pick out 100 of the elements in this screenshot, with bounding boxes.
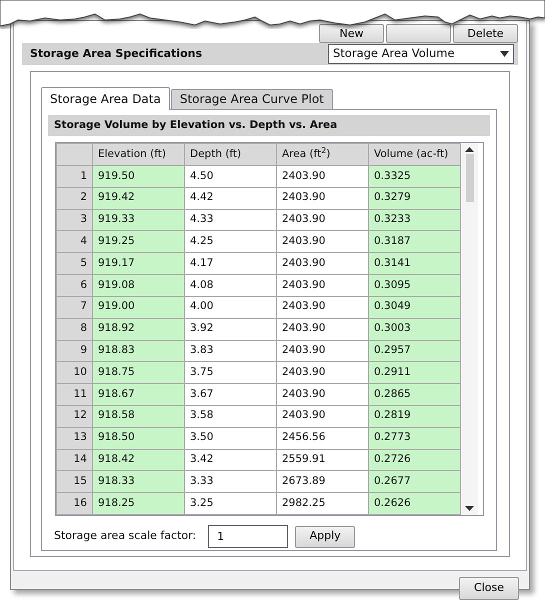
table-cell[interactable]: 0.2626 xyxy=(368,492,460,514)
scroll-thumb[interactable] xyxy=(466,154,474,202)
row-number: 12 xyxy=(56,405,92,428)
table-cell[interactable]: 0.3233 xyxy=(368,209,460,231)
table-cell[interactable]: 4.08 xyxy=(184,274,276,296)
row-number: 10 xyxy=(56,362,92,384)
table-cell[interactable]: 2403.90 xyxy=(276,252,368,275)
row-number: 3 xyxy=(56,209,92,231)
table-cell[interactable]: 0.2773 xyxy=(368,427,460,450)
scale-factor-label: Storage area scale factor: xyxy=(54,528,196,544)
table-cell[interactable]: 4.42 xyxy=(184,187,276,210)
caret-icon xyxy=(500,51,509,57)
row-number: 2 xyxy=(56,187,92,210)
scale-factor-field[interactable]: 1 xyxy=(208,525,288,548)
row-number: 13 xyxy=(56,427,92,450)
table-cell[interactable]: 0.3141 xyxy=(368,252,460,275)
table-cell[interactable]: 0.2865 xyxy=(368,384,460,406)
table-title: Storage Volume by Elevation vs. Depth vs. Area xyxy=(48,115,490,136)
table-cell[interactable]: 0.3095 xyxy=(368,274,460,296)
scroll-up-icon[interactable] xyxy=(465,147,474,152)
table-cell[interactable]: 2673.89 xyxy=(276,470,368,493)
scrollbar[interactable] xyxy=(461,143,478,515)
table-cell[interactable]: 3.58 xyxy=(184,405,276,428)
column-header: Depth (ft) xyxy=(184,144,276,166)
table-cell[interactable]: 0.2819 xyxy=(368,405,460,428)
table-cell[interactable]: 3.75 xyxy=(184,362,276,384)
row-number: 15 xyxy=(56,470,92,493)
toolbar-button[interactable]: Delete xyxy=(453,24,518,43)
table-cell[interactable]: 3.67 xyxy=(184,384,276,406)
table-cell[interactable]: 3.92 xyxy=(184,318,276,340)
table-cell[interactable]: 3.25 xyxy=(184,492,276,514)
table-cell[interactable]: 918.83 xyxy=(92,340,184,362)
row-number: 7 xyxy=(56,296,92,318)
table-cell[interactable]: 4.00 xyxy=(184,296,276,318)
table-cell[interactable]: 918.75 xyxy=(92,362,184,384)
table-cell[interactable]: 0.3325 xyxy=(368,166,460,188)
toolbar-button[interactable]: New xyxy=(319,24,384,43)
row-number: 6 xyxy=(56,274,92,296)
table-cell[interactable]: 919.50 xyxy=(92,166,184,188)
tab[interactable]: Storage Area Data xyxy=(41,87,170,110)
table-cell[interactable]: 2403.90 xyxy=(276,340,368,362)
table-cell[interactable]: 918.92 xyxy=(92,318,184,340)
table-cell[interactable]: 3.83 xyxy=(184,340,276,362)
table-cell[interactable]: 2403.90 xyxy=(276,187,368,210)
table-cell[interactable]: 4.50 xyxy=(184,166,276,188)
table-cell[interactable]: 2559.91 xyxy=(276,449,368,471)
table-cell[interactable]: 918.67 xyxy=(92,384,184,406)
table-cell[interactable]: 918.33 xyxy=(92,470,184,493)
column-header: Elevation (ft) xyxy=(92,144,184,166)
table-cell[interactable]: 3.50 xyxy=(184,427,276,450)
scroll-down-icon[interactable] xyxy=(465,506,474,511)
table-cell[interactable]: 0.2911 xyxy=(368,362,460,384)
table-cell[interactable]: 0.2677 xyxy=(368,470,460,493)
row-header-corner xyxy=(56,144,92,166)
table-cell[interactable]: 918.50 xyxy=(92,427,184,450)
table-cell[interactable]: 0.2957 xyxy=(368,340,460,362)
close-button[interactable]: Close xyxy=(459,577,519,600)
row-number: 9 xyxy=(56,340,92,362)
table-cell[interactable]: 0.3279 xyxy=(368,187,460,210)
table-cell[interactable]: 3.33 xyxy=(184,470,276,493)
table-cell[interactable]: 2403.90 xyxy=(276,362,368,384)
table-cell[interactable]: 4.33 xyxy=(184,209,276,231)
table-cell[interactable]: 919.33 xyxy=(92,209,184,231)
table-cell[interactable]: 4.17 xyxy=(184,252,276,275)
table-cell[interactable]: 3.42 xyxy=(184,449,276,471)
table-cell[interactable]: 918.58 xyxy=(92,405,184,428)
table-cell[interactable]: 2982.25 xyxy=(276,492,368,514)
tab[interactable]: Storage Area Curve Plot xyxy=(170,89,333,109)
table-cell[interactable]: 2403.90 xyxy=(276,166,368,188)
row-number: 5 xyxy=(56,252,92,275)
table-cell[interactable]: 918.42 xyxy=(92,449,184,471)
row-number: 1 xyxy=(56,166,92,188)
dropdown[interactable]: Storage Area Volume xyxy=(328,44,514,64)
table-cell[interactable]: 2403.90 xyxy=(276,405,368,428)
table-cell[interactable]: 919.25 xyxy=(92,230,184,253)
table-cell[interactable]: 919.00 xyxy=(92,296,184,318)
table-cell[interactable]: 2403.90 xyxy=(276,318,368,340)
column-header: Area (ft$^{2}$) xyxy=(276,144,368,166)
table-cell[interactable]: 4.25 xyxy=(184,230,276,253)
table-cell[interactable]: 919.42 xyxy=(92,187,184,210)
table-cell[interactable]: 2403.90 xyxy=(276,274,368,296)
table-cell[interactable]: 2403.90 xyxy=(276,209,368,231)
table-cell[interactable]: 0.2726 xyxy=(368,449,460,471)
table-cell[interactable]: 0.3187 xyxy=(368,230,460,253)
apply-button[interactable]: Apply xyxy=(295,526,356,548)
table-cell[interactable]: 2403.90 xyxy=(276,296,368,318)
column-header: Volume (ac-ft) xyxy=(368,144,460,166)
table-cell[interactable]: 0.3003 xyxy=(368,318,460,340)
table-cell[interactable]: 2403.90 xyxy=(276,384,368,406)
table-cell[interactable]: 919.08 xyxy=(92,274,184,296)
table-cell[interactable]: 918.25 xyxy=(92,492,184,514)
toolbar-button[interactable] xyxy=(386,24,451,43)
section-title: Storage Area Specifications xyxy=(30,46,202,62)
table-cell[interactable]: 919.17 xyxy=(92,252,184,275)
table-cell[interactable]: 0.3049 xyxy=(368,296,460,318)
table-cell[interactable]: 2456.56 xyxy=(276,427,368,450)
row-number: 8 xyxy=(56,318,92,340)
table-cell[interactable]: 2403.90 xyxy=(276,230,368,253)
row-number: 11 xyxy=(56,384,92,406)
row-number: 14 xyxy=(56,449,92,471)
